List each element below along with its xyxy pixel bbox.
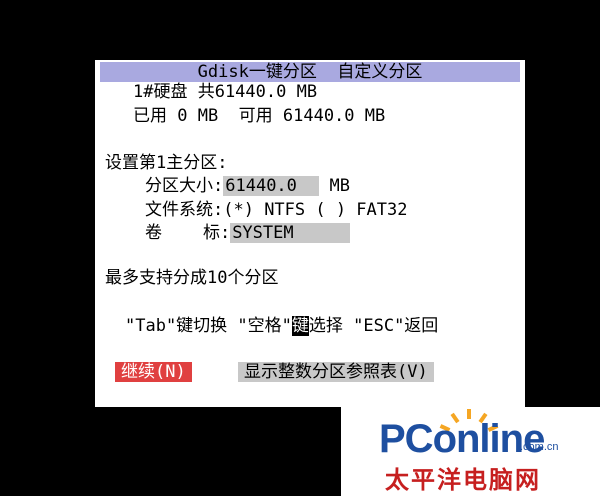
volume-row: 卷 标: SYSTEM bbox=[145, 223, 351, 243]
hint-before: "Tab"键切换 "空格" bbox=[125, 316, 292, 336]
fs-row: 文件系统:(*) NTFS ( ) FAT32 bbox=[145, 200, 407, 220]
show-table-button[interactable]: 显示整数分区参照表(V) bbox=[238, 362, 434, 382]
fs-label: 文件系统: bbox=[145, 200, 224, 220]
fs-options[interactable]: (*) NTFS ( ) FAT32 bbox=[223, 200, 407, 220]
size-row: 分区大小: 61440.0 MB bbox=[145, 176, 350, 196]
hint-after: 选择 "ESC"返回 bbox=[308, 316, 439, 336]
section-title: 设置第1主分区: bbox=[105, 153, 228, 173]
volume-label: 卷 标: bbox=[145, 223, 231, 243]
volume-input[interactable]: SYSTEM bbox=[230, 223, 351, 243]
gdisk-dialog: Gdisk一键分区 自定义分区 1#硬盘 共61440.0 MB 已用 0 MB… bbox=[95, 60, 525, 407]
disk-info: 1#硬盘 共61440.0 MB bbox=[133, 82, 318, 102]
brand-name: PConline bbox=[379, 417, 545, 461]
size-unit: MB bbox=[329, 176, 350, 196]
size-input[interactable]: 61440.0 bbox=[223, 176, 320, 196]
text-cursor: 键 bbox=[291, 316, 309, 336]
dialog-title: Gdisk一键分区 自定义分区 bbox=[100, 62, 520, 82]
size-label: 分区大小: bbox=[145, 176, 224, 196]
brand-chinese-name: 太平洋电脑网 bbox=[385, 466, 541, 494]
pconline-watermark: PConline .com.cn 太平洋电脑网 bbox=[341, 407, 600, 496]
max-partitions-note: 最多支持分成10个分区 bbox=[105, 268, 279, 288]
continue-button[interactable]: 继续(N) bbox=[115, 362, 192, 382]
brand-domain: .com.cn bbox=[520, 441, 559, 453]
disk-usage: 已用 0 MB 可用 61440.0 MB bbox=[133, 106, 386, 126]
key-hints: "Tab"键切换 "空格"键选择 "ESC"返回 bbox=[125, 316, 438, 336]
